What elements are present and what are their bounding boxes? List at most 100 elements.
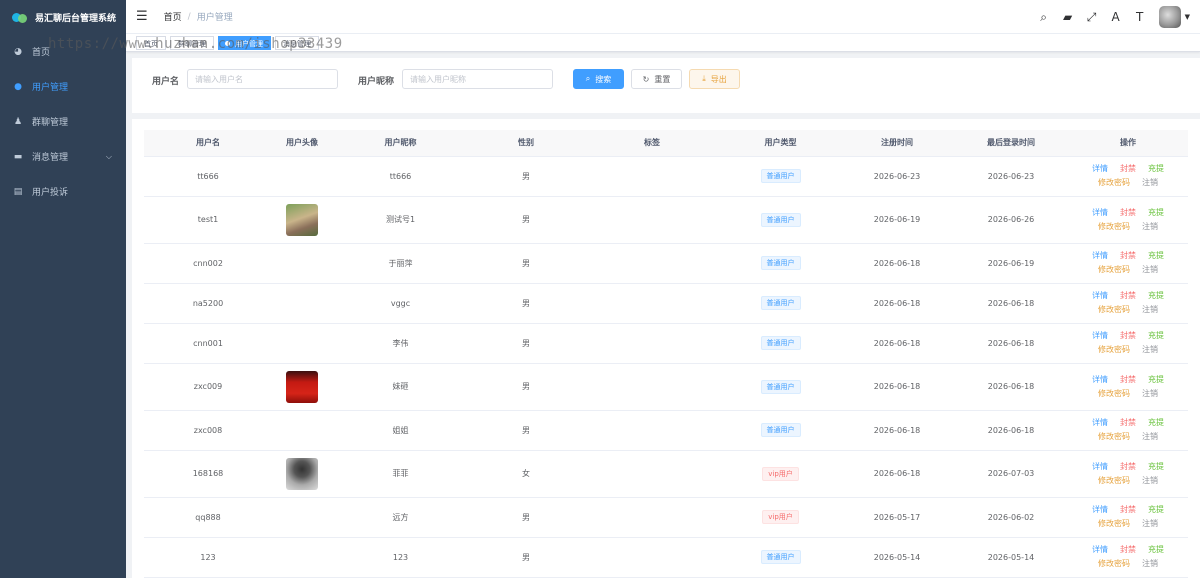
breadcrumb-home[interactable]: 首页 <box>164 10 182 23</box>
cancel-account-button[interactable]: 注销 <box>1142 220 1158 234</box>
avatar-thumbnail[interactable] <box>286 370 318 403</box>
charge-button[interactable]: 充提 <box>1148 289 1164 303</box>
registered-cell: 2026-06-18 <box>840 363 954 411</box>
change-password-button[interactable]: 修改密码 <box>1098 557 1130 571</box>
cancel-account-button[interactable]: 注销 <box>1142 343 1158 357</box>
sidebar-item-label: 群聊管理 <box>32 118 69 128</box>
column-header: 性别 <box>469 130 583 157</box>
cancel-account-button[interactable]: 注销 <box>1142 474 1158 488</box>
change-password-button[interactable]: 修改密码 <box>1098 176 1130 190</box>
cancel-account-button[interactable]: 注销 <box>1142 303 1158 317</box>
search-icon[interactable]: ⌕ <box>1037 10 1051 25</box>
reset-button[interactable]: ↻ 重置 <box>631 69 682 89</box>
actions-line-2: 修改密码 注销 <box>1068 303 1188 317</box>
tag-2[interactable]: 用户管理 <box>218 35 271 50</box>
sidebar-item-4[interactable]: ▤ 用户投诉 <box>0 174 126 209</box>
ban-button[interactable]: 封禁 <box>1120 543 1136 557</box>
table-row: tt666 tt666 男普通用户 2026-06-23 2026-06-23 详情 封禁充… <box>144 156 1188 197</box>
charge-button[interactable]: 充提 <box>1148 162 1164 176</box>
hamburger-icon[interactable]: ☰ <box>136 9 148 24</box>
actions-line-1: 详情 封禁 充提 <box>1068 249 1188 263</box>
change-password-button[interactable]: 修改密码 <box>1098 430 1130 444</box>
charge-button[interactable]: 充提 <box>1148 373 1164 387</box>
detail-button[interactable]: 详情 <box>1092 503 1108 517</box>
sidebar-item-0[interactable]: ◕ 首页 <box>0 34 126 69</box>
column-header: 注册时间 <box>840 130 954 157</box>
sidebar-item-1[interactable]: ● 用户管理 <box>0 69 126 104</box>
detail-button[interactable]: 详情 <box>1092 543 1108 557</box>
cancel-account-button[interactable]: 注销 <box>1142 263 1158 277</box>
charge-button[interactable]: 充提 <box>1148 206 1164 220</box>
detail-button[interactable]: 详情 <box>1092 206 1108 220</box>
username-input[interactable] <box>187 69 338 89</box>
cancel-account-button[interactable]: 注销 <box>1142 557 1158 571</box>
nickname-cell: vggc <box>332 283 469 324</box>
user-type-cell: 普通用户 <box>721 323 840 364</box>
actions-line-2: 修改密码 注销 <box>1068 343 1188 357</box>
avatar-thumbnail[interactable] <box>286 457 318 490</box>
registered-cell: 2026-06-18 <box>840 283 954 324</box>
change-password-button[interactable]: 修改密码 <box>1098 263 1130 277</box>
search-button[interactable]: ⌕ 搜索 <box>573 69 624 89</box>
charge-button[interactable]: 充提 <box>1148 416 1164 430</box>
gender-cell: 男 <box>469 537 583 578</box>
chat-icon[interactable]: ▰ <box>1061 10 1075 24</box>
detail-button[interactable]: 详情 <box>1092 329 1108 343</box>
sidebar-item-2[interactable]: ♟ 群聊管理 <box>0 104 126 139</box>
change-password-button[interactable]: 修改密码 <box>1098 220 1130 234</box>
detail-button[interactable]: 详情 <box>1092 460 1108 474</box>
export-button[interactable]: ⤓ 导出 <box>689 69 740 89</box>
charge-button[interactable]: 充提 <box>1148 460 1164 474</box>
avatar[interactable] <box>1158 6 1181 28</box>
cancel-account-button[interactable]: 注销 <box>1142 517 1158 531</box>
actions-cell: 详情 封禁 充提修改密码 注销 <box>1068 537 1188 578</box>
actions-line-1: 详情 封禁 充提 <box>1068 373 1188 387</box>
sidebar-item-3[interactable]: ▬ 消息管理 ⌵ <box>0 139 126 174</box>
change-password-button[interactable]: 修改密码 <box>1098 517 1130 531</box>
detail-button[interactable]: 详情 <box>1092 162 1108 176</box>
detail-button[interactable]: 详情 <box>1092 249 1108 263</box>
registered-cell: 2026-06-23 <box>840 156 954 197</box>
user-type-cell: 普通用户 <box>721 410 840 451</box>
caret-down-icon[interactable]: ▼ <box>1185 13 1190 21</box>
charge-button[interactable]: 充提 <box>1148 249 1164 263</box>
ban-button[interactable]: 封禁 <box>1120 249 1136 263</box>
nickname-input[interactable] <box>402 69 553 89</box>
ban-button[interactable]: 封禁 <box>1120 460 1136 474</box>
change-password-button[interactable]: 修改密码 <box>1098 343 1130 357</box>
ban-button[interactable]: 封禁 <box>1120 289 1136 303</box>
sidebar: 易汇聊后台管理系统 ◕ 首页 ● 用户管理 ♟ 群聊管理 ▬ 消息管理 ⌵ ▤ 用户投诉 <box>0 0 126 578</box>
detail-button[interactable]: 详情 <box>1092 373 1108 387</box>
cancel-account-button[interactable]: 注销 <box>1142 176 1158 190</box>
ban-button[interactable]: 封禁 <box>1120 206 1136 220</box>
font-size-icon[interactable]: T <box>1133 10 1147 24</box>
ban-button[interactable]: 封禁 <box>1120 503 1136 517</box>
avatar-thumbnail[interactable] <box>286 203 318 236</box>
tag-0[interactable]: 首页 <box>136 35 166 50</box>
change-password-button[interactable]: 修改密码 <box>1098 387 1130 401</box>
table-row: zxc009 妹砸男普通用户 2026-06-18 2026-06-18 详情 封禁 充提修… <box>144 363 1188 411</box>
ban-button[interactable]: 封禁 <box>1120 329 1136 343</box>
translate-icon[interactable]: A <box>1109 10 1123 24</box>
fullscreen-icon[interactable]: ⤢ <box>1085 10 1099 25</box>
change-password-button[interactable]: 修改密码 <box>1098 303 1130 317</box>
actions-cell: 详情 封禁 充提 修改密码 注销 <box>1068 283 1188 324</box>
username-cell: tt666 <box>144 156 272 197</box>
ban-button[interactable]: 封禁 <box>1120 373 1136 387</box>
tag-3[interactable]: 消息管理 <box>275 35 319 50</box>
detail-button[interactable]: 详情 <box>1092 289 1108 303</box>
tag-1[interactable]: 群聊管理 <box>170 35 214 50</box>
nickname-cell: 李伟 <box>332 323 469 364</box>
detail-button[interactable]: 详情 <box>1092 416 1108 430</box>
charge-button[interactable]: 充提 <box>1148 329 1164 343</box>
breadcrumb: 首页 / 用户管理 <box>164 10 233 24</box>
table-header-row: 用户名 用户头像 用户昵称 性别 标签 用户类型 注册时间 最后登录时间 操作 <box>144 130 1188 157</box>
cancel-account-button[interactable]: 注销 <box>1142 430 1158 444</box>
cancel-account-button[interactable]: 注销 <box>1142 387 1158 401</box>
charge-button[interactable]: 充提 <box>1148 503 1164 517</box>
charge-button[interactable]: 充提 <box>1148 543 1164 557</box>
ban-button[interactable]: 封禁 <box>1120 162 1136 176</box>
change-password-button[interactable]: 修改密码 <box>1098 474 1130 488</box>
ban-button[interactable]: 封禁 <box>1120 416 1136 430</box>
last-login-cell: 2026-06-18 <box>954 363 1068 411</box>
